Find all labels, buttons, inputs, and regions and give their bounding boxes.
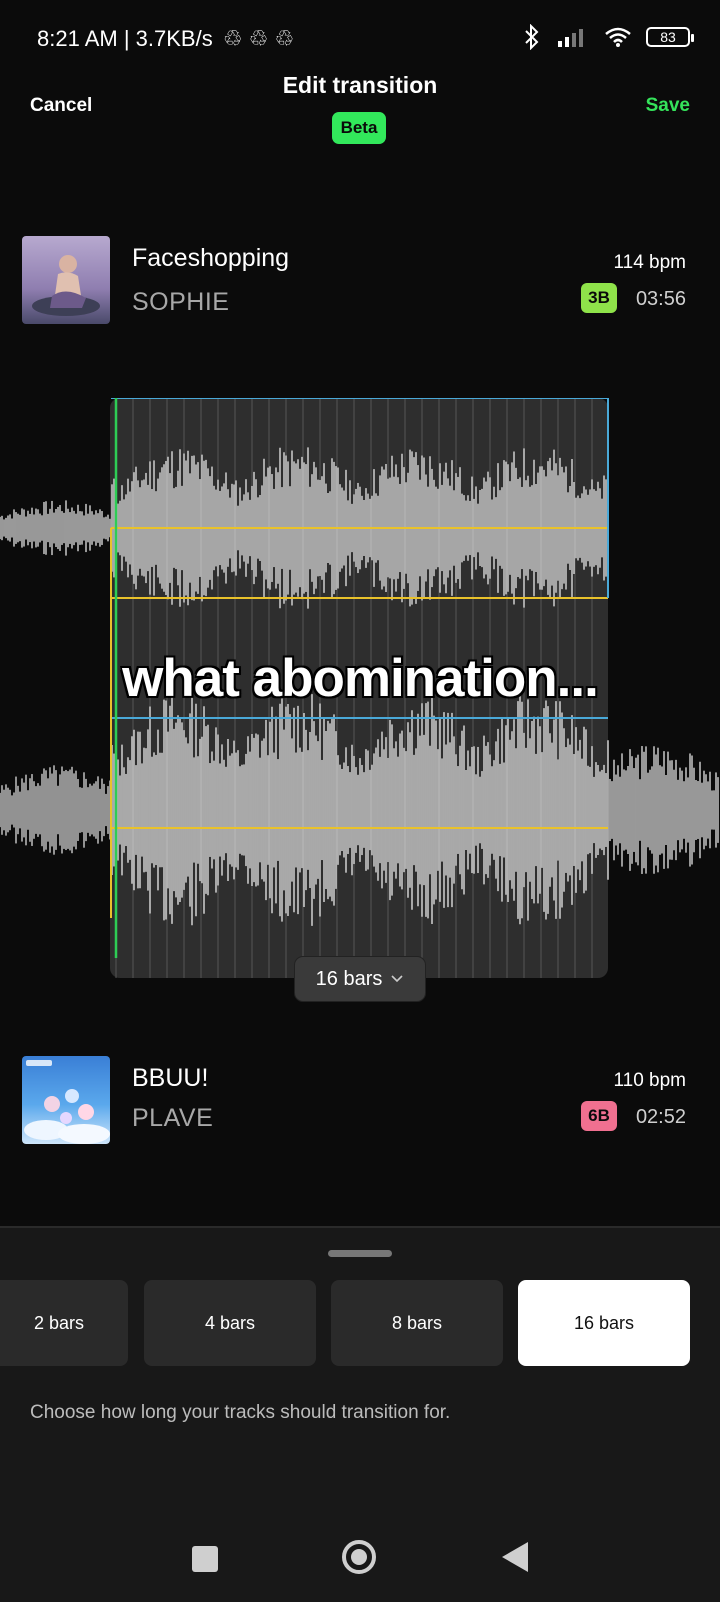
battery-icon: 83 bbox=[646, 27, 694, 47]
option-2-bars[interactable]: 2 bars bbox=[0, 1280, 128, 1366]
track-a-duration: 03:56 bbox=[635, 288, 686, 310]
track-a-bpm: 114 bpm bbox=[613, 252, 686, 273]
album-cover-faceshopping bbox=[22, 236, 110, 324]
album-cover-bbuu bbox=[22, 1056, 110, 1144]
status-time: 8:21 AM | 3.7KB/s ♲ ♲ ♲ bbox=[37, 26, 295, 51]
status-icons: 83 bbox=[522, 24, 694, 50]
chevron-down-icon bbox=[391, 975, 403, 983]
option-16-bars[interactable]: 16 bars bbox=[518, 1280, 690, 1366]
nav-home-icon[interactable] bbox=[342, 1540, 376, 1574]
option-4-bars[interactable]: 4 bars bbox=[144, 1280, 316, 1366]
transition-length-dropdown[interactable]: 16 bars bbox=[294, 956, 426, 1002]
track-b-artist: PLAVE bbox=[132, 1104, 214, 1132]
track-a-title: Faceshopping bbox=[132, 244, 290, 272]
nav-recents-icon[interactable] bbox=[192, 1546, 218, 1572]
track-a-artist: SOPHIE bbox=[132, 288, 230, 316]
signal-icon bbox=[558, 29, 583, 47]
transition-length-label: 16 bars bbox=[315, 967, 383, 990]
track-a-key-badge: 3B bbox=[581, 283, 617, 313]
nav-back-icon[interactable] bbox=[502, 1542, 528, 1572]
sheet-hint: Choose how long your tracks should trans… bbox=[30, 1402, 451, 1423]
page-title: Edit transition bbox=[282, 72, 438, 98]
option-8-bars[interactable]: 8 bars bbox=[331, 1280, 503, 1366]
bluetooth-icon bbox=[525, 24, 539, 50]
sync-icon: ♲ ♲ ♲ bbox=[222, 26, 295, 51]
track-b-duration: 02:52 bbox=[635, 1106, 686, 1128]
track-b-title: BBUU! bbox=[132, 1064, 209, 1092]
track-b-bpm: 110 bpm bbox=[613, 1070, 686, 1091]
video-caption: what abomination... bbox=[122, 649, 599, 708]
wifi-icon bbox=[605, 27, 631, 47]
sheet-drag-handle[interactable] bbox=[328, 1250, 392, 1257]
beta-badge: Beta bbox=[332, 112, 386, 144]
save-button[interactable]: Save bbox=[646, 95, 690, 117]
track-b-key-badge: 6B bbox=[581, 1101, 617, 1131]
